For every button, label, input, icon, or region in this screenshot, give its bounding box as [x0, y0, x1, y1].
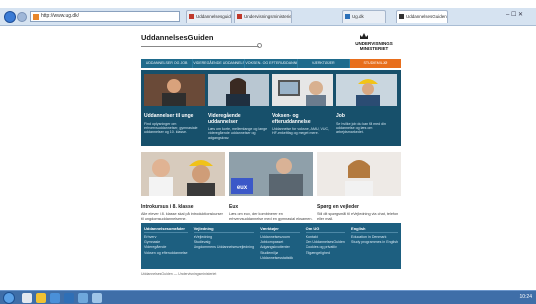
feature-card[interactable]: Uddannelser til unge Find oplysninger om… — [144, 74, 205, 144]
footer-link[interactable]: Voksen og efteruddannelse — [144, 251, 188, 256]
browser-tab-active[interactable]: UddannelsesGuiden — [396, 10, 448, 23]
card-desc: Se hvilke job du kan få med din uddannel… — [336, 121, 386, 135]
promo-title: Eux — [229, 204, 239, 210]
taskbar: 10:24 — [0, 290, 536, 304]
footer-column: Om UG Kontakt Om UddannelsesGuiden Cooki… — [303, 223, 348, 269]
card-image — [144, 74, 205, 106]
feature-card[interactable]: Voksen- og efteruddannelse Uddannelse fo… — [272, 74, 333, 144]
promo-card[interactable]: eux Eux Læs om eux, der kombinerer en er… — [229, 152, 313, 221]
footer-column: Værktøjer Uddannelseszoom Jobkompasset A… — [257, 223, 302, 269]
forward-button[interactable] — [17, 12, 27, 22]
site-favicon-icon — [33, 14, 39, 20]
card-title: Uddannelser til unge — [144, 113, 194, 119]
nav-item-highlight[interactable]: STUDIEMILJØ — [349, 59, 402, 68]
nav-item[interactable]: VIDEREGÅENDE UDDANNELSER — [193, 59, 246, 68]
ministry-logo[interactable]: UNDERVISNINGS MINISTERIET — [347, 41, 401, 51]
window-controls[interactable]: – ☐ ✕ — [506, 11, 523, 18]
promo-desc: Læs om eux, der kombinerer en erhvervsud… — [229, 212, 313, 221]
app-icon[interactable] — [78, 293, 88, 303]
crown-icon — [360, 33, 368, 39]
address-bar[interactable]: http://www.ug.dk/ — [30, 11, 180, 22]
footer-column: Vejledning eVejledning Studievalg Ungdom… — [191, 223, 258, 269]
card-image — [208, 74, 269, 106]
start-button[interactable] — [3, 292, 15, 304]
tab-favicon-icon — [399, 14, 404, 19]
footer-heading: English — [351, 226, 398, 233]
site-logo[interactable]: UddannelsesGuiden — [141, 33, 214, 42]
footer-column: English Education in Denmark Study progr… — [348, 223, 401, 269]
promo-title: Introkursus i 8. klasse — [141, 204, 194, 210]
tab-label: UddannelsesGuiden — [406, 14, 447, 19]
card-image — [272, 74, 333, 106]
promo-title: Spørg en vejleder — [317, 204, 359, 210]
promo-card[interactable]: Spørg en vejleder Stil dit spørgsmål til… — [317, 152, 401, 221]
card-title: Voksen- og efteruddannelse — [272, 113, 311, 125]
explorer-icon[interactable] — [22, 293, 32, 303]
browser-tab[interactable]: Undervisningsministeriet — [234, 10, 292, 23]
fine-print: UddannelsesGuiden — Undervisningsministe… — [141, 272, 217, 276]
footer-heading: Værktøjer — [260, 226, 300, 233]
screen: http://www.ug.dk/ Uddannelsesguiden Unde… — [0, 0, 536, 304]
svg-text:eux: eux — [237, 185, 248, 191]
card-desc: Uddannelse for voksne, AMU, VUC, HF-enke… — [272, 127, 330, 136]
promo-image — [141, 152, 225, 196]
clock[interactable]: 10:24 — [519, 294, 532, 300]
promo-image: eux — [229, 152, 313, 196]
folder-icon[interactable] — [36, 293, 46, 303]
feature-card[interactable]: Videregående uddannelser Læs om korte, m… — [208, 74, 269, 144]
footer-column: Uddannelsesområder Erhverv Gymnasie Vide… — [141, 223, 191, 269]
feature-band: Uddannelser til unge Find oplysninger om… — [141, 70, 401, 146]
browser-tab[interactable]: Ug.dk — [342, 10, 386, 23]
search-input[interactable] — [141, 46, 259, 47]
footer-heading: Vejledning — [193, 226, 255, 233]
footer-link[interactable]: Tilgængelighed — [306, 251, 345, 256]
browser-toolbar: http://www.ug.dk/ Uddannelsesguiden Unde… — [0, 8, 536, 26]
tab-favicon-icon — [237, 14, 242, 19]
promo-card[interactable]: Introkursus i 8. klasse Alle elever i 8.… — [141, 152, 225, 221]
card-image — [336, 74, 397, 106]
nav-item[interactable]: VÆRKTØJER — [298, 59, 350, 68]
card-desc: Find oplysninger om erhvervsuddannelser,… — [144, 121, 198, 135]
footer-link[interactable]: Uddannelsesstatistik — [260, 256, 299, 261]
word-icon[interactable] — [64, 293, 74, 303]
promo-image — [317, 152, 401, 196]
search-icon[interactable] — [257, 43, 262, 48]
address-text: http://www.ug.dk/ — [41, 13, 80, 19]
browser-tab[interactable]: Uddannelsesguiden — [186, 10, 232, 23]
promo-desc: Alle elever i 8. klasse skal på introduk… — [141, 212, 223, 221]
card-desc: Læs om korte, mellemlange og lange vider… — [208, 127, 268, 140]
card-title: Videregående uddannelser — [208, 113, 241, 125]
site-footer: Uddannelsesområder Erhverv Gymnasie Vide… — [141, 223, 401, 269]
tab-label: Ug.dk — [352, 14, 364, 19]
footer-link[interactable]: Ungdommens Uddannelsesvejledning — [194, 245, 255, 250]
nav-item[interactable]: VOKSEN- OG EFTERUDDANNELSE — [245, 59, 298, 68]
promo-desc: Stil dit spørgsmål til eVejledning via c… — [317, 212, 399, 221]
tab-favicon-icon — [345, 14, 350, 19]
footer-link[interactable]: Study programmes in English — [351, 240, 398, 245]
tab-label: Uddannelsesguiden — [196, 14, 231, 19]
browser-icon[interactable] — [50, 293, 60, 303]
tab-favicon-icon — [189, 14, 194, 19]
app-icon[interactable] — [92, 293, 102, 303]
main-nav: UDDANNELSER OG JOB VIDEREGÅENDE UDDANNEL… — [141, 59, 402, 68]
nav-item[interactable]: UDDANNELSER OG JOB — [141, 59, 194, 68]
footer-heading: Uddannelsesområder — [144, 226, 188, 233]
footer-heading: Om UG — [305, 226, 346, 233]
back-button[interactable] — [4, 11, 16, 23]
card-title: Job — [336, 113, 345, 119]
tab-label: Undervisningsministeriet — [244, 14, 291, 19]
feature-card[interactable]: Job Se hvilke job du kan få med din udda… — [336, 74, 397, 144]
